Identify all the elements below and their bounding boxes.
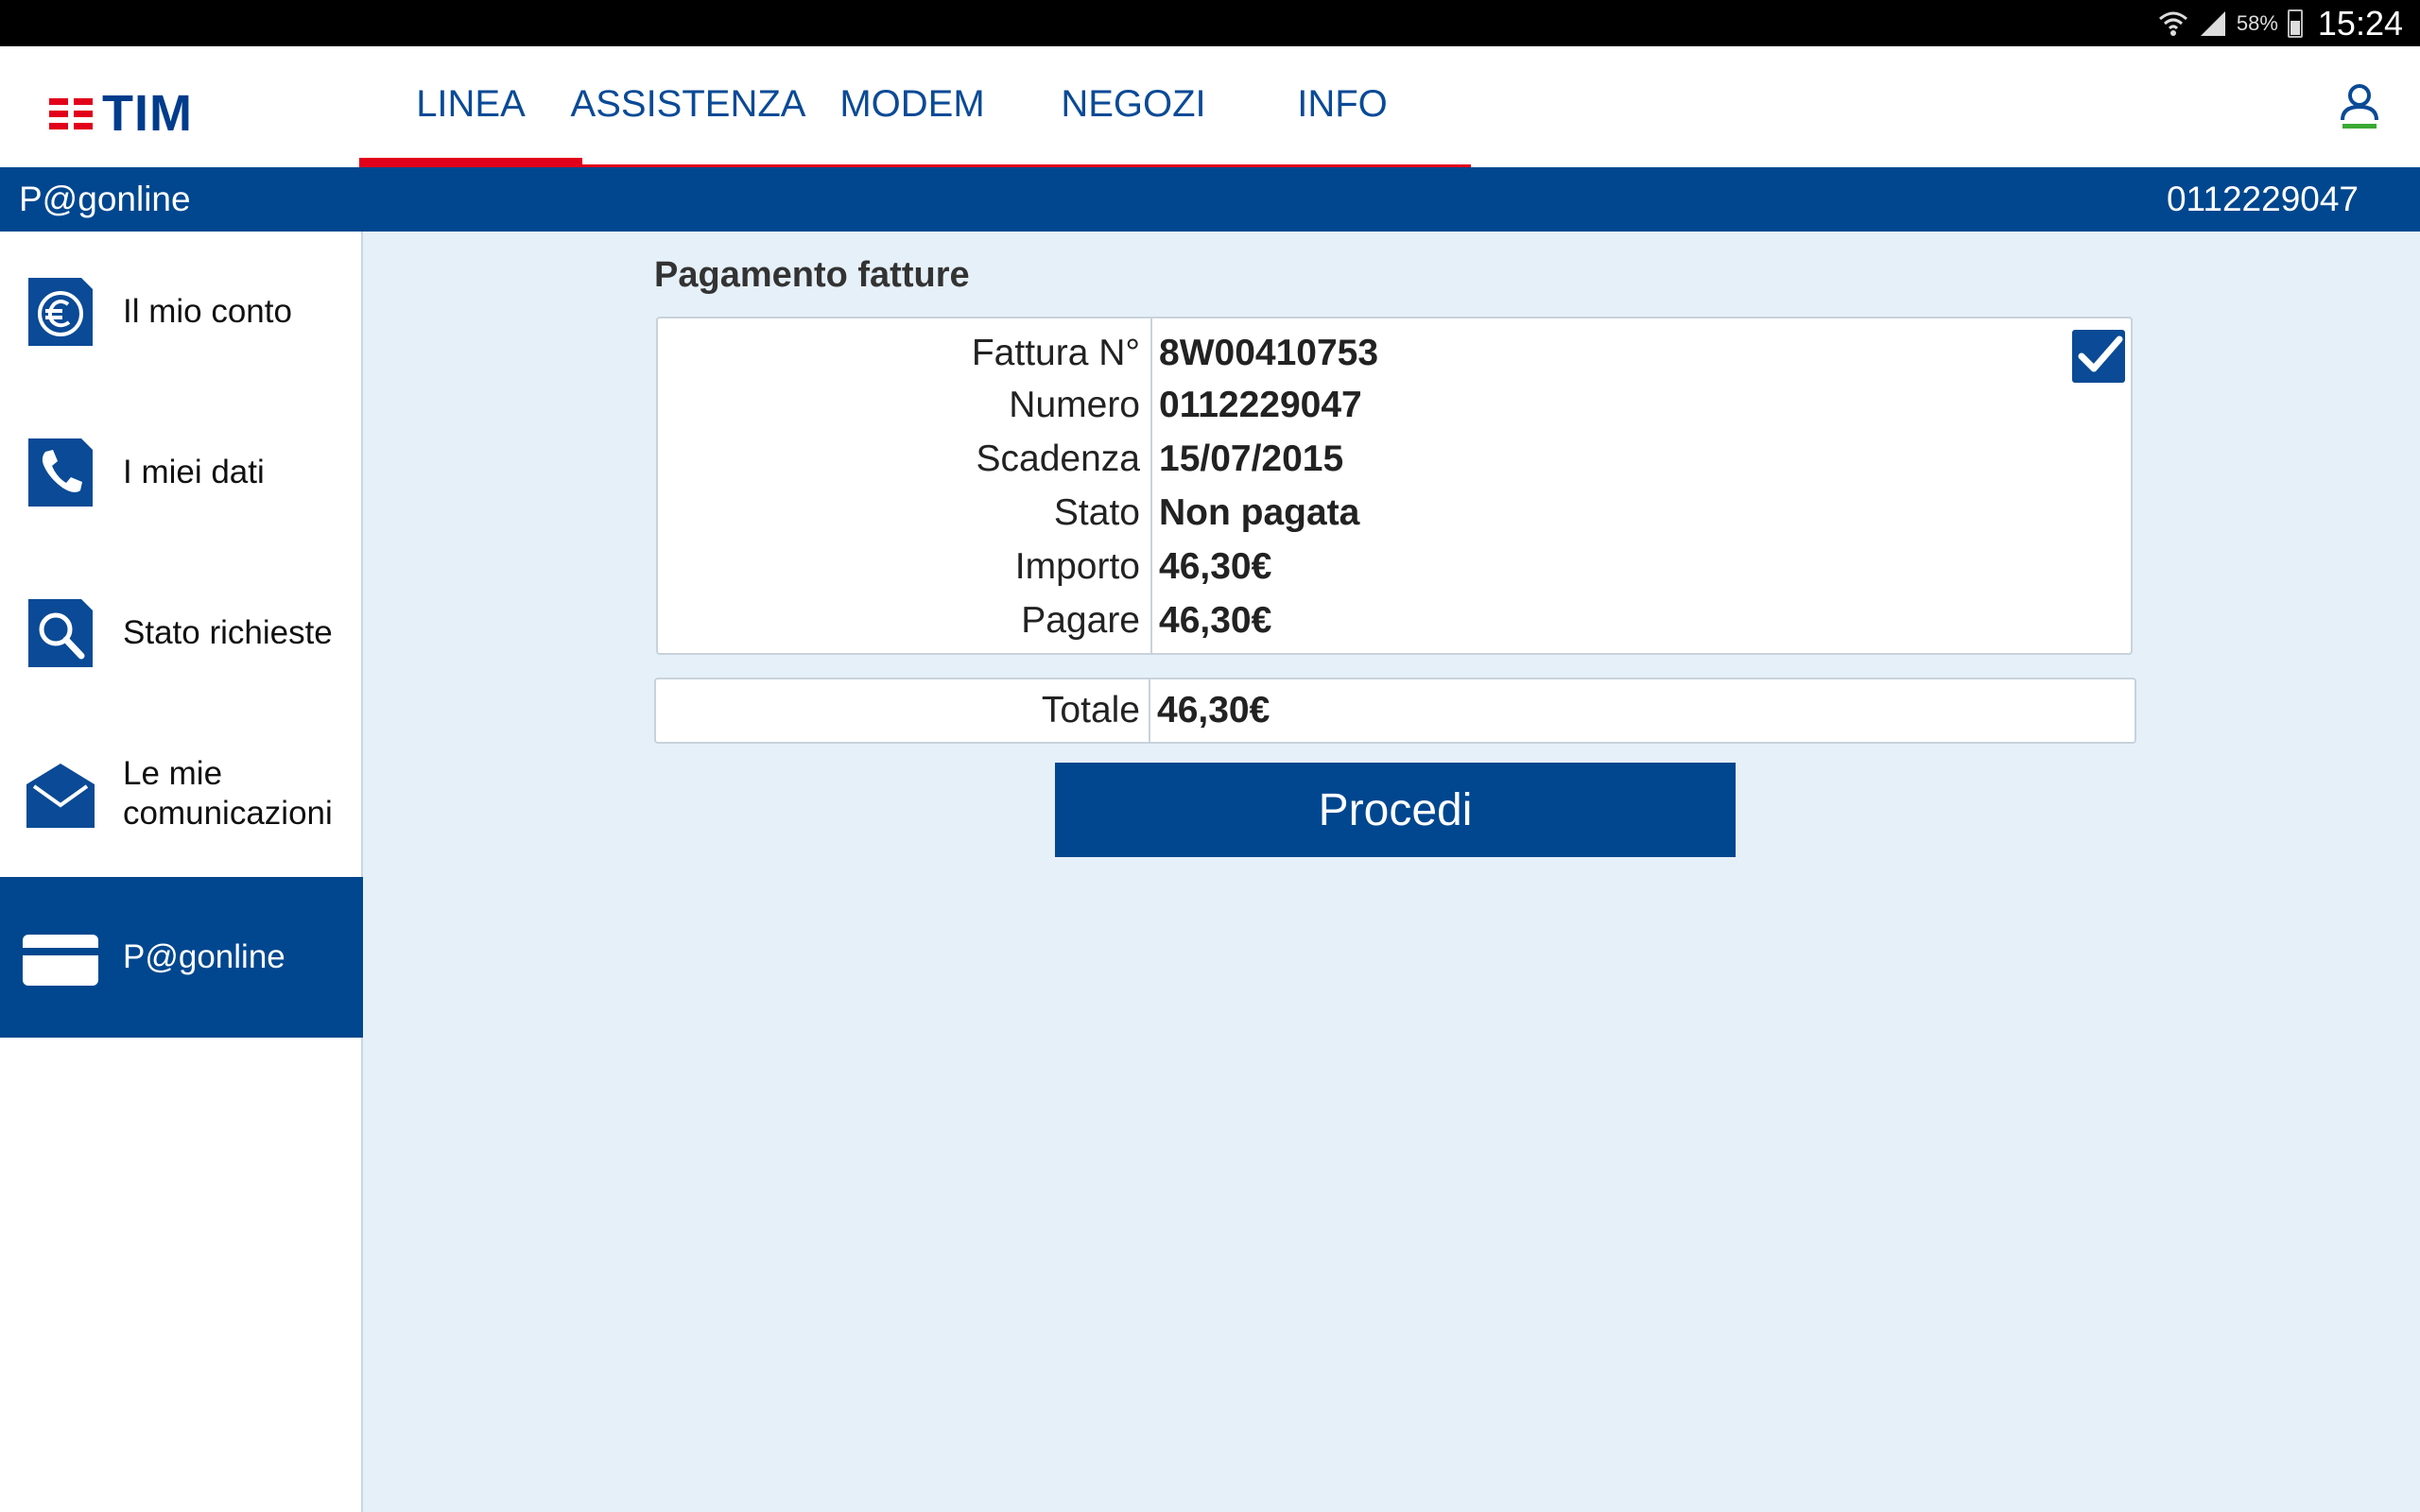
logo-mark [49, 97, 93, 129]
invoice-row-value: 0112229047 [1159, 385, 1362, 425]
invoice-row-value: 46,30€ [1159, 600, 1272, 641]
invoice-row: Fattura N° 8W00410753 [658, 326, 2131, 380]
tab-info[interactable]: INFO [1267, 46, 1418, 162]
sidebar-item-label: Stato richieste [123, 614, 333, 651]
clock: 15:24 [2317, 3, 2403, 43]
search-icon [28, 599, 93, 667]
section-header: P@gonline 0112229047 [0, 167, 2420, 232]
signal-icon [2200, 10, 2225, 36]
tab-modem[interactable]: MODEM [832, 46, 993, 162]
invoice-row: Importo 46,30€ [658, 540, 2131, 593]
invoice-row-key: Stato [1053, 492, 1140, 533]
tab-negozi[interactable]: NEGOZI [1038, 46, 1229, 162]
invoice-row: Pagare 46,30€ [658, 593, 2131, 647]
invoice-row-value: 8W00410753 [1159, 333, 1379, 373]
invoice-row-key: Fattura N° [971, 333, 1140, 373]
invoice-row-value: 46,30€ [1159, 546, 1272, 587]
status-bar: 58% 15:24 [0, 0, 2420, 46]
invoice-row-value: 15/07/2015 [1159, 438, 1344, 479]
sidebar-item-i-miei-dati[interactable]: I miei dati [0, 392, 363, 553]
sidebar-item-il-mio-conto[interactable]: Il mio conto [0, 232, 363, 392]
total-label: Totale [1041, 690, 1140, 730]
sidebar-item-label: Le mie comunicazioni [123, 755, 333, 832]
sidebar-item-stato-richieste[interactable]: Stato richieste [0, 553, 363, 713]
invoice-row: Scadenza 15/07/2015 [658, 432, 2131, 486]
sidebar-item-label: I miei dati [123, 454, 265, 490]
proceed-button[interactable]: Procedi [1055, 763, 1736, 857]
invoice-row-key: Importo [1014, 546, 1140, 587]
section-title: P@gonline [19, 180, 191, 218]
user-profile-icon[interactable] [2335, 82, 2384, 131]
invoice-row: Numero 0112229047 [658, 378, 2131, 432]
column-divider [1149, 679, 1150, 742]
euro-icon [28, 278, 93, 346]
line-number: 0112229047 [2166, 180, 2359, 218]
invoice-row: Stato Non pagata [658, 486, 2131, 540]
tab-assistenza[interactable]: ASSISTENZA [571, 46, 806, 162]
app-header: TIM LINEA ASSISTENZA MODEM NEGOZI INFO [0, 46, 2420, 167]
main-nav: LINEA ASSISTENZA MODEM NEGOZI INFO [359, 46, 1471, 167]
invoice-row-key: Scadenza [976, 438, 1140, 479]
credit-card-icon [23, 935, 98, 986]
tim-logo[interactable]: TIM [49, 84, 193, 143]
sidebar: Il mio conto I miei dati Stato richieste… [0, 232, 363, 1512]
envelope-icon [26, 764, 95, 828]
battery-percent: 58% [2236, 10, 2278, 35]
checkmark-icon [2078, 335, 2123, 372]
wifi-icon [2158, 11, 2187, 36]
invoice-row-key: Pagare [1021, 600, 1140, 641]
sidebar-item-label: Il mio conto [123, 293, 292, 330]
battery-icon [2287, 9, 2303, 38]
invoice-card: Fattura N° 8W00410753 Numero 0112229047 … [656, 317, 2133, 655]
total-value: 46,30€ [1157, 690, 1270, 730]
logo-text: TIM [102, 85, 193, 142]
invoice-row-value: Non pagata [1159, 492, 1360, 533]
tab-linea[interactable]: LINEA [359, 46, 582, 162]
total-row: Totale 46,30€ [654, 678, 2136, 744]
sidebar-item-pagonline[interactable]: P@gonline [0, 877, 363, 1038]
invoice-select-checkbox[interactable] [2072, 330, 2125, 383]
phone-icon [28, 438, 93, 507]
invoice-row-key: Numero [1009, 385, 1140, 425]
sidebar-item-le-mie-comunicazioni[interactable]: Le mie comunicazioni [0, 713, 363, 874]
sidebar-item-label: P@gonline [123, 938, 285, 975]
page-title: Pagamento fatture [654, 255, 970, 295]
